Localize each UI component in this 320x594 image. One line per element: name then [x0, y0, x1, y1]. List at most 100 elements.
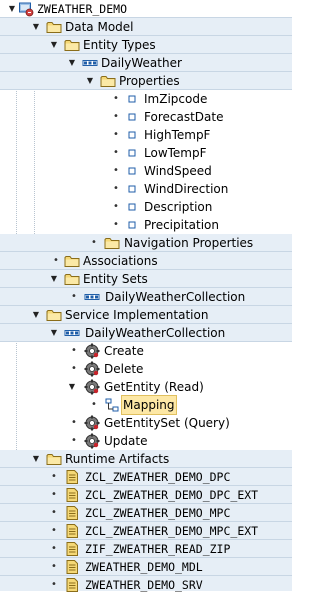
tree-node-artifact[interactable]: • ZWEATHER_DEMO_MDL	[0, 558, 292, 576]
property-icon	[124, 145, 140, 161]
node-label: Associations	[83, 254, 158, 268]
tree-node-operation-delete[interactable]: • Delete	[0, 360, 292, 378]
node-label: Runtime Artifacts	[65, 452, 170, 466]
tree-node-root[interactable]: ▼ ZWEATHER_DEMO	[0, 0, 292, 18]
leaf-bullet: •	[71, 345, 77, 356]
property-icon	[124, 109, 140, 125]
tree-node-property[interactable]: • Precipitation	[0, 216, 292, 234]
property-icon	[124, 181, 140, 197]
mapping-icon	[104, 397, 120, 413]
node-label: ZCL_ZWEATHER_DEMO_MPC	[85, 506, 231, 520]
tree-node-operation-getentity[interactable]: ▼ GetEntity (Read)	[0, 378, 292, 396]
folder-icon	[100, 73, 116, 89]
node-label: Delete	[104, 362, 144, 376]
collapse-toggle[interactable]: ▼	[6, 0, 18, 18]
property-icon	[124, 91, 140, 107]
node-label: ZWEATHER_DEMO_MDL	[85, 560, 203, 574]
tree-node-associations[interactable]: • Associations	[0, 252, 292, 270]
leaf-bullet: •	[51, 507, 57, 518]
leaf-bullet: •	[113, 129, 119, 140]
property-icon	[124, 217, 140, 233]
tree-node-property[interactable]: • ImZipcode	[0, 90, 292, 108]
tree-node-operation-getentityset[interactable]: • GetEntitySet (Query)	[0, 414, 292, 432]
collapse-toggle[interactable]: ▼	[84, 72, 96, 90]
tree-node-property[interactable]: • Description	[0, 198, 292, 216]
operation-icon	[84, 379, 100, 395]
node-label: GetEntity (Read)	[104, 380, 204, 394]
tree-node-properties[interactable]: ▼ Properties	[0, 72, 292, 90]
collapse-toggle[interactable]: ▼	[66, 378, 78, 396]
leaf-bullet: •	[71, 291, 77, 302]
collapse-toggle[interactable]: ▼	[48, 324, 60, 342]
node-label: Update	[104, 434, 148, 448]
node-label: HighTempF	[144, 128, 211, 142]
tree-node-artifact[interactable]: • ZCL_ZWEATHER_DEMO_DPC	[0, 468, 292, 486]
leaf-bullet: •	[51, 471, 57, 482]
tree-node-property[interactable]: • ForecastDate	[0, 108, 292, 126]
tree-node-artifact[interactable]: • ZIF_ZWEATHER_READ_ZIP	[0, 540, 292, 558]
collapse-toggle[interactable]: ▼	[30, 450, 42, 468]
tree-node-property[interactable]: • LowTempF	[0, 144, 292, 162]
tree-node-navigation-properties[interactable]: • Navigation Properties	[0, 234, 292, 252]
class-icon	[64, 487, 80, 503]
tree-node-mapping[interactable]: • Mapping	[0, 395, 292, 415]
collapse-toggle[interactable]: ▼	[48, 270, 60, 288]
node-label: Properties	[119, 74, 180, 88]
leaf-bullet: •	[71, 363, 77, 374]
leaf-bullet: •	[91, 399, 97, 410]
collapse-toggle[interactable]: ▼	[48, 36, 60, 54]
leaf-bullet: •	[51, 525, 57, 536]
tree-node-service-implementation[interactable]: ▼ Service Implementation	[0, 306, 292, 324]
property-icon	[124, 127, 140, 143]
node-label: ZCL_ZWEATHER_DEMO_DPC	[85, 470, 231, 484]
tree-node-data-model[interactable]: ▼ Data Model	[0, 18, 292, 36]
collapse-toggle[interactable]: ▼	[30, 18, 42, 36]
tree-node-impl-collection[interactable]: ▼ DailyWeatherCollection	[0, 324, 292, 342]
node-label: ImZipcode	[144, 92, 208, 106]
node-label: ZIF_ZWEATHER_READ_ZIP	[85, 542, 231, 556]
leaf-bullet: •	[113, 93, 119, 104]
leaf-bullet: •	[51, 543, 57, 554]
tree-node-artifact[interactable]: • ZCL_ZWEATHER_DEMO_MPC_EXT	[0, 522, 292, 540]
node-label: ZCL_ZWEATHER_DEMO_DPC_EXT	[85, 488, 259, 502]
node-label: Create	[104, 344, 144, 358]
tree-node-daily-weather[interactable]: ▼ DailyWeather	[0, 54, 292, 72]
node-label: Mapping	[121, 395, 177, 415]
folder-icon	[46, 19, 62, 35]
node-label: Entity Sets	[83, 272, 148, 286]
tree-node-operation-create[interactable]: • Create	[0, 342, 292, 360]
folder-icon	[64, 253, 80, 269]
leaf-bullet: •	[113, 147, 119, 158]
node-label: DailyWeatherCollection	[105, 290, 246, 304]
tree-node-entity-types[interactable]: ▼ Entity Types	[0, 36, 292, 54]
node-label: Entity Types	[83, 38, 156, 52]
tree-node-entity-sets[interactable]: ▼ Entity Sets	[0, 270, 292, 288]
tree-node-operation-update[interactable]: • Update	[0, 432, 292, 450]
collapse-toggle[interactable]: ▼	[66, 54, 78, 72]
node-label: Description	[144, 200, 213, 214]
collapse-toggle[interactable]: ▼	[30, 306, 42, 324]
class-icon	[64, 523, 80, 539]
class-icon	[64, 505, 80, 521]
node-label: ZCL_ZWEATHER_DEMO_MPC_EXT	[85, 524, 259, 538]
leaf-bullet: •	[113, 165, 119, 176]
operation-icon	[84, 415, 100, 431]
tree-node-property[interactable]: • WindDirection	[0, 180, 292, 198]
tree-node-property[interactable]: • WindSpeed	[0, 162, 292, 180]
node-label: Data Model	[65, 20, 134, 34]
tree-node-property[interactable]: • HighTempF	[0, 126, 292, 144]
folder-icon	[104, 235, 120, 251]
folder-icon	[46, 451, 62, 467]
leaf-bullet: •	[71, 435, 77, 446]
node-label: WindSpeed	[144, 164, 212, 178]
node-label: Precipitation	[144, 218, 220, 232]
tree-node-artifact[interactable]: • ZCL_ZWEATHER_DEMO_MPC	[0, 504, 292, 522]
entity-set-icon	[84, 289, 100, 305]
node-label: ForecastDate	[144, 110, 224, 124]
tree-node-entity-set[interactable]: • DailyWeatherCollection	[0, 288, 292, 306]
tree-node-artifact[interactable]: • ZWEATHER_DEMO_SRV	[0, 576, 292, 592]
entity-type-icon	[82, 55, 98, 71]
tree-node-runtime-artifacts[interactable]: ▼ Runtime Artifacts	[0, 450, 292, 468]
tree-node-artifact[interactable]: • ZCL_ZWEATHER_DEMO_DPC_EXT	[0, 486, 292, 504]
leaf-bullet: •	[113, 111, 119, 122]
